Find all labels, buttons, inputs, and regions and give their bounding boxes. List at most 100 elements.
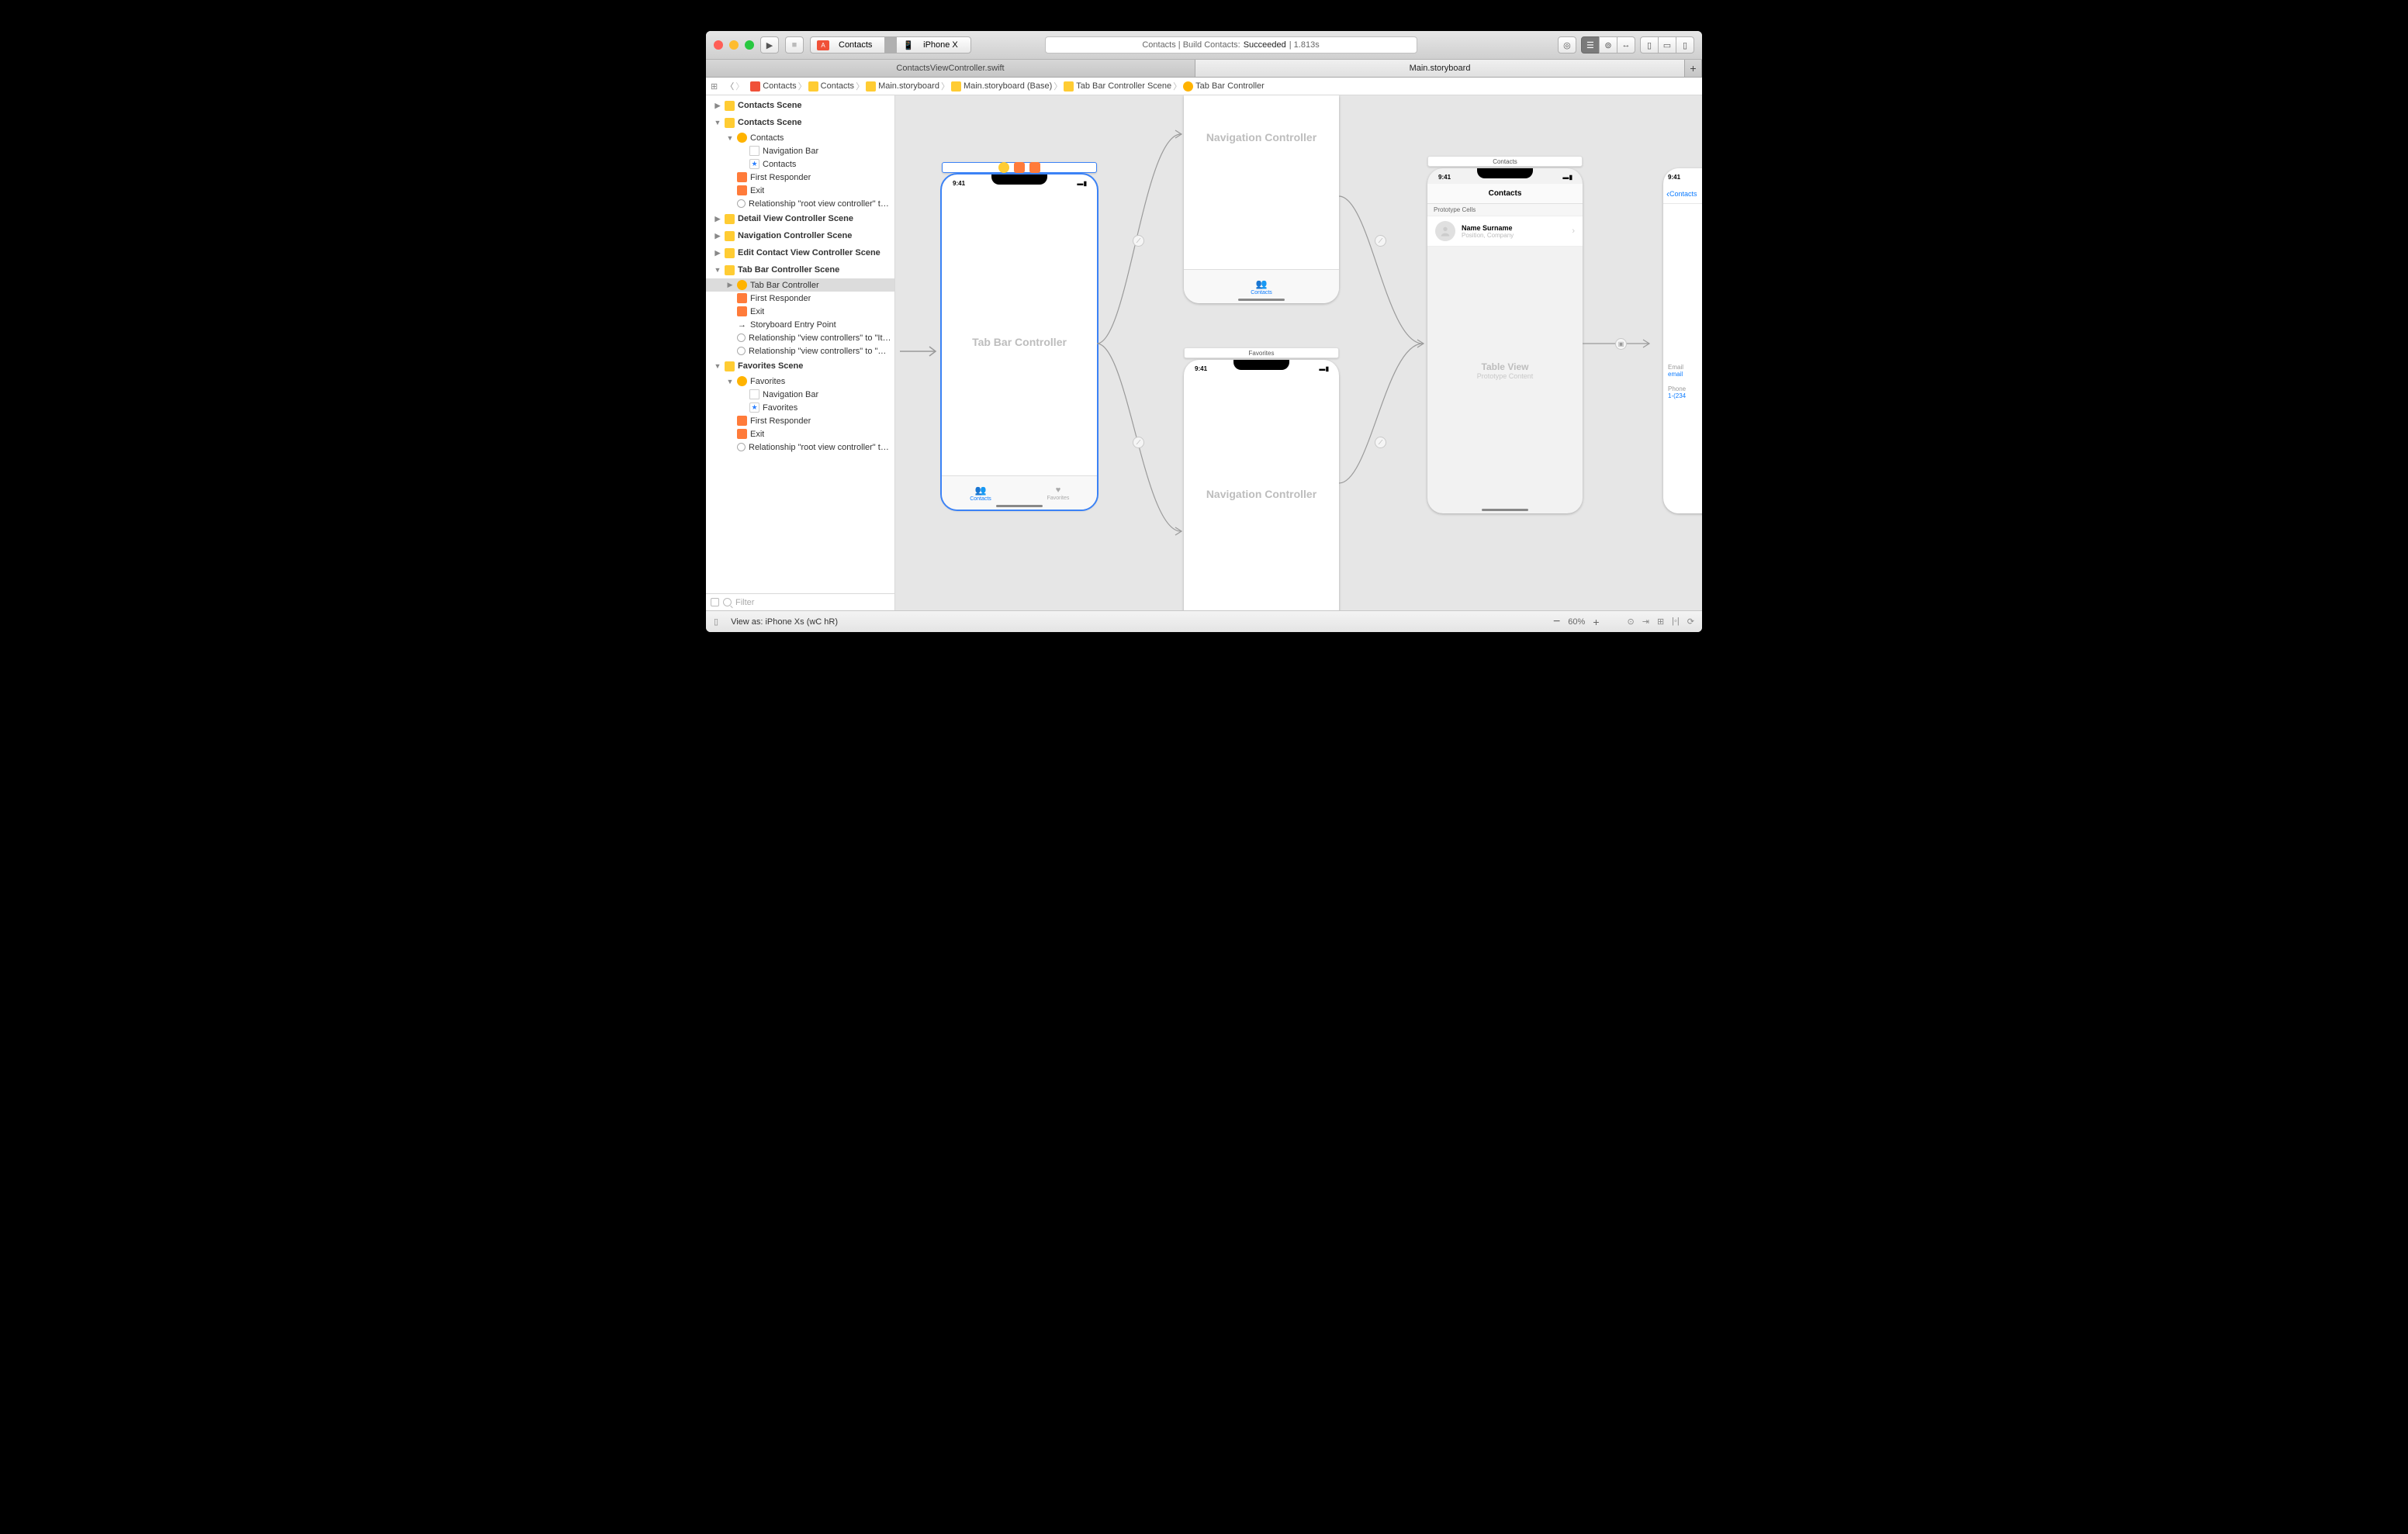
zoom-out-button[interactable]: − (1553, 615, 1560, 629)
pin-button[interactable]: ⊞ (1657, 617, 1664, 627)
resolve-button[interactable]: |◦| (1672, 617, 1680, 627)
outline-row[interactable]: First Responder (706, 171, 894, 184)
scene-badge-favorites[interactable]: Favorites (1184, 347, 1339, 358)
filter-scope-icon[interactable] (711, 598, 719, 606)
version-editor-button[interactable]: ↔ (1617, 36, 1635, 54)
segue-icon[interactable]: ▣ (1615, 338, 1627, 350)
scene-tabbar-controller[interactable]: 9:41▬ ▮ Tab Bar Controller 👥 Contacts ♥ … (942, 174, 1097, 510)
disclosure-icon[interactable]: ▶ (714, 232, 721, 240)
segue-icon[interactable]: ⟋ (1375, 235, 1386, 247)
outline-row[interactable]: ▶Edit Contact View Controller Scene (706, 244, 894, 261)
toggle-debug-button[interactable]: ▭ (1658, 36, 1676, 54)
disclosure-icon[interactable]: ▶ (726, 281, 734, 289)
embed-button[interactable]: ⊙ (1628, 617, 1635, 627)
cube-icon (737, 293, 747, 303)
nav-fwd-icon[interactable]: 〉 (735, 80, 744, 92)
update-frames-button[interactable]: ⟳ (1687, 617, 1694, 627)
standard-editor-button[interactable]: ☰ (1581, 36, 1600, 54)
related-items-icon[interactable]: ⊞ (711, 81, 718, 92)
close-icon[interactable] (714, 40, 723, 50)
outline-row[interactable]: Navigation Bar (706, 144, 894, 157)
outline-label: Detail View Controller Scene (738, 214, 853, 223)
outline-row[interactable]: Exit (706, 305, 894, 318)
disclosure-icon[interactable]: ▶ (714, 102, 721, 110)
outline-tree[interactable]: ▶Contacts Scene▼Contacts Scene▼ContactsN… (706, 95, 894, 593)
jump-bar-path[interactable]: Contacts〉Contacts〉Main.storyboard〉Main.s… (750, 80, 1265, 92)
circ-icon (737, 199, 746, 208)
outline-row[interactable]: Relationship "view controllers" to "… (706, 344, 894, 358)
jump-item[interactable]: Tab Bar Controller (1183, 81, 1265, 92)
minimize-icon[interactable] (729, 40, 739, 50)
tab-storyboard[interactable]: Main.storyboard (1195, 60, 1685, 77)
outline-row[interactable]: Relationship "root view controller" t… (706, 197, 894, 210)
scene-icon (725, 101, 735, 111)
phone-value[interactable]: 1-(234 (1668, 392, 1702, 399)
disclosure-icon[interactable]: ▼ (726, 378, 734, 385)
outline-row[interactable]: ▶Contacts Scene (706, 97, 894, 114)
outline-row[interactable]: ▼Contacts Scene (706, 114, 894, 131)
outline-row[interactable]: ▼Tab Bar Controller Scene (706, 261, 894, 278)
scene-contacts-list[interactable]: 9:41▬ ▮ Contacts Prototype Cells Name Su… (1427, 168, 1583, 513)
disclosure-icon[interactable]: ▶ (714, 249, 721, 257)
outline-row[interactable]: ▼Favorites (706, 375, 894, 388)
scheme-selector[interactable]: AContacts 📱 iPhone X (810, 36, 971, 54)
back-label[interactable]: Contacts (1669, 190, 1697, 198)
outline-row[interactable]: Exit (706, 184, 894, 197)
tab-add-button[interactable]: + (1685, 60, 1702, 77)
zoom-level[interactable]: 60% (1568, 617, 1585, 627)
toggle-inspector-button[interactable]: ▯ (1676, 36, 1694, 54)
disclosure-icon[interactable]: ▶ (714, 215, 721, 223)
assistant-editor-button[interactable]: ⊚ (1599, 36, 1617, 54)
scene-badge-contacts[interactable]: Contacts (1427, 156, 1583, 167)
zoom-in-button[interactable]: + (1593, 616, 1599, 628)
xcode-window: ▶ ■ AContacts 📱 iPhone X Contacts | Buil… (706, 31, 1702, 632)
jump-item[interactable]: Main.storyboard (Base) (951, 81, 1052, 92)
scene-detail[interactable]: 9:41 ‹ Contacts Email email Phone 1-(234 (1663, 168, 1702, 513)
scene-nav-favorites[interactable]: 9:41▬ ▮ Navigation Controller (1184, 360, 1339, 610)
outline-row[interactable]: Relationship "root view controller" t… (706, 441, 894, 454)
outline-row[interactable]: ▼Contacts (706, 131, 894, 144)
jump-item[interactable]: Tab Bar Controller Scene (1064, 81, 1171, 92)
circ-icon (737, 347, 746, 355)
scene-badge-tabbar[interactable] (942, 162, 1097, 173)
view-as-button[interactable]: View as: iPhone Xs (wC hR) (731, 617, 838, 627)
stop-button[interactable]: ■ (785, 36, 804, 54)
tab-contactsvc[interactable]: ContactsViewController.swift (706, 60, 1195, 77)
outline-filter[interactable]: Filter (706, 593, 894, 610)
disclosure-icon[interactable]: ▼ (714, 266, 721, 274)
library-button[interactable]: ◎ (1558, 36, 1576, 54)
jump-bar[interactable]: ⊞ 〈 〉 Contacts〉Contacts〉Main.storyboard〉… (706, 78, 1702, 95)
outline-row[interactable]: ▶Navigation Controller Scene (706, 227, 894, 244)
outline-row[interactable]: First Responder (706, 292, 894, 305)
outline-row[interactable]: ▶ Detail View Controller Scene (706, 210, 894, 227)
outline-row[interactable]: First Responder (706, 414, 894, 427)
outline-row[interactable]: Exit (706, 427, 894, 441)
run-button[interactable]: ▶ (760, 36, 779, 54)
disclosure-icon[interactable]: ▼ (726, 134, 734, 142)
email-value[interactable]: email (1668, 371, 1702, 378)
segue-icon[interactable]: ⟋ (1133, 235, 1144, 247)
outline-row[interactable]: ▶Tab Bar Controller (706, 278, 894, 292)
nav-back-icon[interactable]: 〈 (725, 80, 734, 92)
storyboard-canvas[interactable]: 9:41▬ ▮ Tab Bar Controller 👥 Contacts ♥ … (895, 95, 1702, 610)
prototype-cell[interactable]: Name Surname Position, Company › (1427, 216, 1583, 247)
nav-title: Navigation Controller (1184, 488, 1339, 500)
outline-row[interactable]: Navigation Bar (706, 388, 894, 401)
jump-item[interactable]: Main.storyboard (866, 81, 939, 92)
jump-item[interactable]: Contacts (750, 81, 796, 92)
segue-icon[interactable]: ⟋ (1375, 437, 1386, 448)
toggle-navigator-button[interactable]: ▯ (1640, 36, 1659, 54)
zoom-icon[interactable] (745, 40, 754, 50)
outline-row[interactable]: ★Favorites (706, 401, 894, 414)
jump-item[interactable]: Contacts (808, 81, 854, 92)
outline-row[interactable]: Relationship "view controllers" to "It… (706, 331, 894, 344)
disclosure-icon[interactable]: ▼ (714, 119, 721, 126)
outline-row[interactable]: ★Contacts (706, 157, 894, 171)
outline-row[interactable]: →Storyboard Entry Point (706, 318, 894, 331)
outline-row[interactable]: ▼Favorites Scene (706, 358, 894, 375)
segue-icon[interactable]: ⟋ (1133, 437, 1144, 448)
align-button[interactable]: ⇥ (1642, 617, 1649, 627)
disclosure-icon[interactable]: ▼ (714, 362, 721, 370)
scene-nav-contacts[interactable]: Navigation Controller 👥 Contacts (1184, 95, 1339, 303)
toggle-outline-icon[interactable]: ▯ (714, 617, 718, 627)
